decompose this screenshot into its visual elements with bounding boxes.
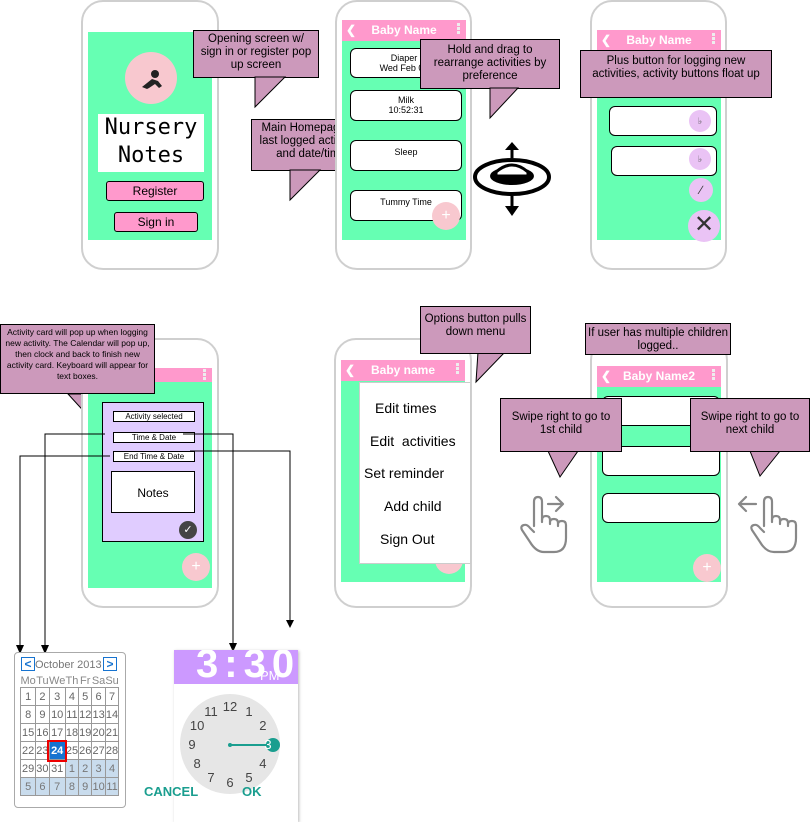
calendar-day[interactable]: 21: [104, 723, 120, 742]
clock-number[interactable]: 3: [259, 737, 277, 752]
calendar-day[interactable]: 11: [64, 705, 80, 724]
phone-options-menu: ❮ Baby name + Edit times Edit activities…: [334, 338, 472, 608]
clock-number[interactable]: 6: [221, 775, 239, 790]
weekday-label: We: [49, 675, 66, 687]
clock-number[interactable]: 2: [254, 718, 272, 733]
note-swipe-next-child: Swipe right to go to next child: [690, 398, 810, 452]
header-bar: ❮ Baby Name2: [597, 366, 721, 387]
calendar-day[interactable]: 17: [48, 723, 66, 742]
note-options-button: Options button pulls down menu: [420, 306, 531, 354]
calendar-day[interactable]: 1: [64, 759, 80, 778]
calendar-day[interactable]: 10: [91, 777, 106, 796]
swipe-left-hand-icon: [737, 495, 798, 554]
calendar-day[interactable]: 8: [64, 777, 80, 796]
calendar-day[interactable]: 19: [78, 723, 93, 742]
calendar-day[interactable]: 11: [104, 777, 120, 796]
clock-number[interactable]: 1: [240, 704, 258, 719]
calendar-day[interactable]: 5: [19, 777, 37, 796]
back-chevron-icon[interactable]: ❮: [601, 366, 611, 386]
calendar-day[interactable]: 3: [91, 759, 106, 778]
menu-item-edit-activities[interactable]: Edit activities: [370, 433, 456, 449]
menu-item-set-reminder[interactable]: Set reminder: [364, 465, 444, 481]
baby-name-title: Baby Name2: [622, 369, 696, 383]
calendar-prev-button[interactable]: <: [21, 657, 35, 671]
calendar-day[interactable]: 1: [19, 687, 37, 706]
calendar-day[interactable]: 8: [19, 705, 37, 724]
cancel-button[interactable]: CANCEL: [144, 784, 198, 799]
clock-number[interactable]: 9: [183, 737, 201, 752]
add-activity-button[interactable]: +: [693, 554, 721, 582]
back-chevron-icon[interactable]: ❮: [345, 360, 355, 380]
calendar-day[interactable]: 10: [48, 705, 66, 724]
time-picker: 3:30 PM 12 1 2 3 4 5 6 7 8 9 10 11 CANCEL OK: [144, 650, 298, 822]
calendar-day[interactable]: 20: [91, 723, 106, 742]
calendar-day[interactable]: 27: [91, 741, 106, 760]
calendar-day[interactable]: 31: [48, 759, 66, 778]
calendar-day[interactable]: 28: [104, 741, 120, 760]
calendar-day[interactable]: 25: [64, 741, 80, 760]
calendar-day[interactable]: 24: [46, 739, 68, 762]
menu-item-sign-out[interactable]: Sign Out: [380, 531, 434, 547]
weekday-label: Fr: [80, 675, 91, 687]
calendar-day[interactable]: 6: [91, 687, 106, 706]
calendar-day[interactable]: 3: [48, 687, 66, 706]
calendar-day[interactable]: 4: [64, 687, 80, 706]
calendar-grid: Mo Tu We Th Fr Sa Su 1 2 3 4 5 6 7 8 9 10 11 12 13 14 15 16 17…: [19, 675, 120, 796]
calendar-day[interactable]: 4: [104, 759, 120, 778]
swipe-right-hand-icon: [520, 495, 568, 554]
menu-item-edit-times[interactable]: Edit times: [375, 400, 436, 416]
clock-number[interactable]: 10: [188, 718, 206, 733]
calendar-day[interactable]: 9: [78, 777, 93, 796]
calendar-day[interactable]: 30: [35, 759, 50, 778]
calendar-day[interactable]: 16: [35, 723, 50, 742]
calendar-day[interactable]: 13: [91, 705, 106, 724]
calendar-day[interactable]: 29: [19, 759, 37, 778]
calendar-day[interactable]: 9: [35, 705, 50, 724]
calendar-day[interactable]: 23: [35, 741, 50, 760]
ok-button[interactable]: OK: [242, 784, 262, 799]
calendar-day[interactable]: 5: [78, 687, 93, 706]
clock-number[interactable]: 12: [221, 699, 239, 714]
options-menu-icon[interactable]: [712, 369, 716, 381]
calendar-day[interactable]: 7: [104, 687, 120, 706]
baby-name-title: Baby name: [370, 363, 436, 377]
activity-card[interactable]: [602, 493, 720, 523]
weekday-label: Sa: [91, 675, 106, 687]
note-swipe-first-child: Swipe right to go to 1st child: [500, 398, 622, 452]
calendar-day[interactable]: 14: [104, 705, 120, 724]
weekday-label: Su: [105, 675, 119, 687]
weekday-label: Mo: [20, 675, 36, 687]
calendar-day[interactable]: 12: [78, 705, 93, 724]
clock-number[interactable]: 5: [240, 770, 258, 785]
clock-number[interactable]: 7: [202, 770, 220, 785]
options-dropdown-menu: Edit times Edit activities Set reminder …: [359, 382, 471, 564]
calendar-picker: < October 2013 > Mo Tu We Th Fr Sa Su 12345678…: [14, 652, 126, 808]
header-bar: ❮ Baby name: [341, 360, 465, 381]
phone-multiple-children: ❮ Baby Name2 +: [590, 338, 728, 608]
calendar-day[interactable]: 15: [19, 723, 37, 742]
weekday-label: Tu: [36, 675, 49, 687]
calendar-day[interactable]: 26: [78, 741, 93, 760]
menu-item-add-child[interactable]: Add child: [384, 498, 442, 514]
calendar-next-button[interactable]: >: [103, 657, 117, 671]
clock-number[interactable]: 4: [254, 756, 272, 771]
note-multiple-children: If user has multiple children logged..: [585, 323, 731, 355]
weekday-label: Th: [65, 675, 79, 687]
calendar-day[interactable]: 6: [35, 777, 50, 796]
clock-number[interactable]: 11: [202, 704, 220, 719]
clock-number[interactable]: 8: [188, 756, 206, 771]
options-menu-icon[interactable]: [456, 363, 460, 375]
calendar-day[interactable]: 18: [64, 723, 80, 742]
calendar-day[interactable]: 7: [48, 777, 66, 796]
calendar-day[interactable]: 2: [78, 759, 93, 778]
calendar-day[interactable]: 22: [19, 741, 37, 760]
calendar-day[interactable]: 2: [35, 687, 50, 706]
calendar-month-label: October 2013: [35, 659, 102, 671]
